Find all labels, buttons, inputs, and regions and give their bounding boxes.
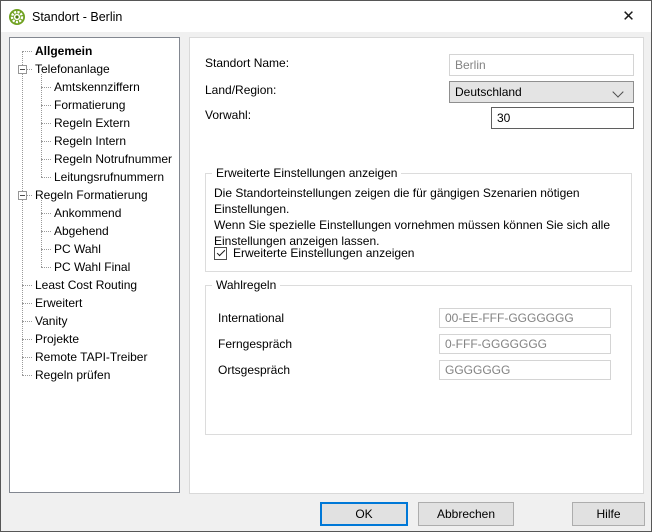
tree-item-label: Telefonanlage xyxy=(35,62,110,76)
advanced-settings-group: Erweiterte Einstellungen anzeigen Die St… xyxy=(205,173,632,272)
dialog-window: Standort - Berlin ✕ Allgemein Telefonanla… xyxy=(0,0,652,532)
tree-item-regeln-notrufnummer[interactable]: Regeln Notrufnummer xyxy=(10,150,179,168)
wahlregel-input-international[interactable] xyxy=(439,308,611,328)
collapse-minus-icon[interactable] xyxy=(18,191,27,200)
wahlregeln-group: Wahlregeln InternationalFerngesprächOrts… xyxy=(205,285,632,435)
help-button[interactable]: Hilfe xyxy=(572,502,645,526)
tree-connector xyxy=(41,105,51,106)
tree-item-label: Leitungsrufnummern xyxy=(54,170,164,184)
wahlregeln-rows: International Ferngespräch Ortsgespräch xyxy=(206,305,631,383)
wahlregel-row-ortsgespräch: Ortsgespräch xyxy=(206,357,631,383)
collapse-minus-icon[interactable] xyxy=(18,65,27,74)
tree-item-least-cost-routing[interactable]: Least Cost Routing xyxy=(10,276,179,294)
tree-connector xyxy=(41,87,51,88)
tree-connector xyxy=(41,177,51,178)
chevron-down-icon xyxy=(612,86,623,97)
tree-connector xyxy=(41,267,51,268)
tree-item-label: Regeln Notrufnummer xyxy=(54,152,172,166)
title-bar: Standort - Berlin ✕ xyxy=(1,1,651,32)
tree-item-regeln-formatierung[interactable]: Regeln Formatierung xyxy=(10,186,179,204)
tree-item-label: Remote TAPI-Treiber xyxy=(35,350,147,364)
tree-item-label: Projekte xyxy=(35,332,79,346)
tree-item-label: Abgehend xyxy=(54,224,109,238)
wahlregel-input-ferngespräch[interactable] xyxy=(439,334,611,354)
tree-view[interactable]: Allgemein Telefonanlage Amtskennziffern For… xyxy=(9,37,180,493)
tree-item-telefonanlage[interactable]: Telefonanlage xyxy=(10,60,179,78)
tree-connector xyxy=(41,231,51,232)
tree-item-label: Ankommend xyxy=(54,206,121,220)
settings-panel: Standort Name: Land/Region: Deutschland … xyxy=(189,37,644,494)
tree-item-label: Regeln prüfen xyxy=(35,368,110,382)
tree-item-label: Erweitert xyxy=(35,296,82,310)
tree-item-projekte[interactable]: Projekte xyxy=(10,330,179,348)
tree-item-abgehend[interactable]: Abgehend xyxy=(10,222,179,240)
standort-name-label: Standort Name: xyxy=(205,52,289,74)
description-line: Die Standorteinstellungen zeigen die für… xyxy=(214,185,623,217)
tree-connector xyxy=(27,195,32,196)
tree-item-pc-wahl[interactable]: PC Wahl xyxy=(10,240,179,258)
advanced-settings-group-title: Erweiterte Einstellungen anzeigen xyxy=(212,166,401,181)
tree-item-label: Least Cost Routing xyxy=(35,278,137,292)
tree-connector xyxy=(22,339,32,340)
description-line: Wenn Sie spezielle Einstellungen vornehm… xyxy=(214,217,623,233)
tree-item-label: Regeln Intern xyxy=(54,134,126,148)
tree-connector xyxy=(22,285,32,286)
window-title: Standort - Berlin xyxy=(32,10,122,24)
advanced-settings-checkbox-row[interactable]: Erweiterte Einstellungen anzeigen xyxy=(214,246,414,260)
close-icon[interactable]: ✕ xyxy=(606,1,651,31)
tree-items-container: Allgemein Telefonanlage Amtskennziffern For… xyxy=(10,42,179,384)
tree-item-label: Formatierung xyxy=(54,98,125,112)
land-region-select[interactable]: Deutschland xyxy=(449,81,634,103)
tree-connector xyxy=(22,375,32,376)
tree-item-formatierung[interactable]: Formatierung xyxy=(10,96,179,114)
land-region-label: Land/Region: xyxy=(205,79,276,101)
ok-button[interactable]: OK xyxy=(320,502,408,526)
wahlregel-label: Ferngespräch xyxy=(206,337,439,351)
tree-item-allgemein[interactable]: Allgemein xyxy=(10,42,179,60)
standort-name-input[interactable] xyxy=(449,54,634,76)
tree-item-remote-tapi-treiber[interactable]: Remote TAPI-Treiber xyxy=(10,348,179,366)
tree-connector xyxy=(41,159,51,160)
tree-connector xyxy=(22,321,32,322)
tree-item-label: Regeln Extern xyxy=(54,116,130,130)
tree-item-label: Allgemein xyxy=(35,44,92,58)
vorwahl-input[interactable] xyxy=(491,107,634,129)
tree-connector xyxy=(22,303,32,304)
wahlregel-label: International xyxy=(206,311,439,325)
tree-item-regeln-prüfen[interactable]: Regeln prüfen xyxy=(10,366,179,384)
tree-item-vanity[interactable]: Vanity xyxy=(10,312,179,330)
tree-item-label: Vanity xyxy=(35,314,67,328)
cancel-button[interactable]: Abbrechen xyxy=(418,502,514,526)
tree-connector xyxy=(27,69,32,70)
tree-item-label: Amtskennziffern xyxy=(54,80,140,94)
advanced-settings-checkbox-label: Erweiterte Einstellungen anzeigen xyxy=(233,246,414,260)
tree-item-ankommend[interactable]: Ankommend xyxy=(10,204,179,222)
land-region-value: Deutschland xyxy=(455,85,522,99)
vorwahl-label: Vorwahl: xyxy=(205,104,251,126)
tree-connector xyxy=(22,51,32,52)
tree-connector xyxy=(41,249,51,250)
tree-connector xyxy=(22,357,32,358)
wahlregeln-group-title: Wahlregeln xyxy=(212,278,280,293)
tree-item-regeln-intern[interactable]: Regeln Intern xyxy=(10,132,179,150)
tree-item-erweitert[interactable]: Erweitert xyxy=(10,294,179,312)
tree-item-label: Regeln Formatierung xyxy=(35,188,148,202)
tree-item-pc-wahl-final[interactable]: PC Wahl Final xyxy=(10,258,179,276)
wahlregel-label: Ortsgespräch xyxy=(206,363,439,377)
advanced-settings-description: Die Standorteinstellungen zeigen die für… xyxy=(214,185,623,249)
tree-connector xyxy=(41,141,51,142)
wahlregel-input-ortsgespräch[interactable] xyxy=(439,360,611,380)
wahlregel-row-international: International xyxy=(206,305,631,331)
tree-item-label: PC Wahl Final xyxy=(54,260,130,274)
tree-item-regeln-extern[interactable]: Regeln Extern xyxy=(10,114,179,132)
tree-connector xyxy=(41,213,51,214)
tree-item-label: PC Wahl xyxy=(54,242,101,256)
wahlregel-row-ferngespräch: Ferngespräch xyxy=(206,331,631,357)
checkbox-checked-icon[interactable] xyxy=(214,247,227,260)
tree-item-leitungsrufnummern[interactable]: Leitungsrufnummern xyxy=(10,168,179,186)
tree-item-amtskennziffern[interactable]: Amtskennziffern xyxy=(10,78,179,96)
app-icon xyxy=(9,9,25,25)
tree-connector xyxy=(41,123,51,124)
